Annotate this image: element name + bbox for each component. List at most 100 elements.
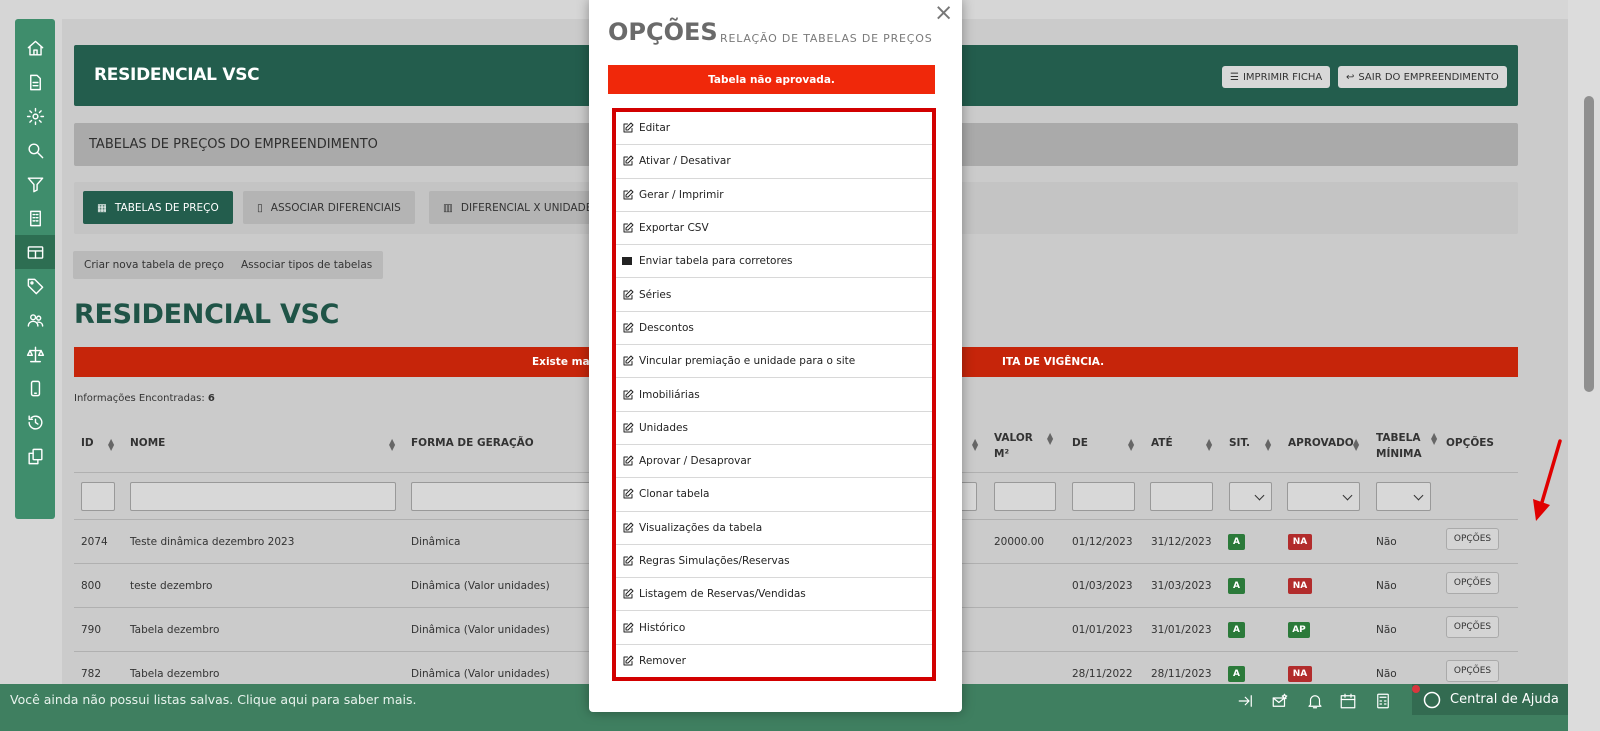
scales-icon	[26, 346, 44, 362]
sort-icon[interactable]: ▲ ▼	[1206, 438, 1212, 452]
tab-price-tables[interactable]: ▦ TABELAS DE PREÇO	[83, 191, 233, 224]
exit-enterprise-button[interactable]: ↩ SAIR DO EMPREENDIMENTO	[1338, 66, 1507, 88]
nav-settings[interactable]	[15, 99, 55, 133]
option-item[interactable]: Aprovar / Desaprovar	[616, 445, 932, 479]
nav-legal[interactable]	[15, 337, 55, 371]
edit-icon	[623, 289, 634, 300]
filter-valor[interactable]	[994, 482, 1056, 511]
col-nome[interactable]: NOME	[130, 437, 165, 449]
status-badge: A	[1228, 578, 1245, 594]
tab-associate-differentials[interactable]: ▯ ASSOCIAR DIFERENCIAIS	[243, 191, 415, 224]
col-sit[interactable]: SIT.	[1229, 437, 1250, 449]
login-arrow-icon[interactable]	[1234, 689, 1258, 713]
nav-mobile[interactable]	[15, 371, 55, 405]
close-icon[interactable]: ×	[934, 2, 953, 25]
nav-building[interactable]	[15, 201, 55, 235]
nav-documents[interactable]	[15, 65, 55, 99]
nav-users[interactable]	[15, 303, 55, 337]
calculator-icon[interactable]	[1371, 689, 1395, 713]
row-nome: Teste dinâmica dezembro 2023	[130, 536, 295, 548]
option-item[interactable]: Exportar CSV	[616, 212, 932, 246]
scrollbar-thumb[interactable]	[1584, 96, 1594, 392]
option-item[interactable]: Editar	[616, 112, 932, 146]
filter-id[interactable]	[81, 482, 115, 511]
edit-icon	[623, 189, 634, 200]
nav-home[interactable]	[15, 31, 55, 65]
saved-lists-message[interactable]: Você ainda não possui listas salvas. Cli…	[10, 692, 416, 707]
nav-search[interactable]	[15, 133, 55, 167]
filter-sit-select[interactable]	[1229, 482, 1272, 511]
notification-dot	[1412, 685, 1420, 693]
option-item[interactable]: Gerar / Imprimir	[616, 179, 932, 212]
col-valor-m2[interactable]: VALOR M²	[994, 432, 1033, 460]
sort-icon[interactable]: ▲ ▼	[972, 438, 978, 452]
option-item[interactable]: Histórico	[616, 611, 932, 645]
help-center-button[interactable]: Central de Ajuda	[1412, 684, 1568, 715]
row-options-button[interactable]: OPÇÕES	[1446, 616, 1499, 638]
mail-star-icon[interactable]	[1268, 689, 1292, 713]
edit-icon	[623, 422, 634, 433]
option-item[interactable]: Remover	[616, 645, 932, 678]
option-item[interactable]: Séries	[616, 278, 932, 312]
col-tabela-minima[interactable]: TABELA MÍNIMA	[1376, 432, 1422, 460]
modal-alert: Tabela não aprovada.	[608, 65, 935, 94]
sort-icon[interactable]: ▲ ▼	[389, 438, 395, 452]
option-item[interactable]: Vincular premiação e unidade para o site	[616, 345, 932, 379]
nav-filter[interactable]	[15, 167, 55, 201]
file-icon: ▯	[257, 201, 263, 214]
col-aprovado[interactable]: APROVADO	[1288, 437, 1354, 449]
row-options-button[interactable]: OPÇÕES	[1446, 660, 1499, 682]
option-label: Imobiliárias	[639, 388, 700, 401]
sort-icon[interactable]: ▲ ▼	[1265, 438, 1271, 452]
sort-icon[interactable]: ▲ ▼	[1431, 432, 1437, 446]
option-item[interactable]: Visualizações da tabela	[616, 512, 932, 545]
col-forma[interactable]: FORMA DE GERAÇÃO	[411, 437, 534, 449]
sort-icon[interactable]: ▲ ▼	[1353, 438, 1359, 452]
col-de[interactable]: DE	[1072, 437, 1088, 449]
option-item[interactable]: Clonar tabela	[616, 478, 932, 512]
nav-tags[interactable]	[15, 269, 55, 303]
create-price-table-button[interactable]: Criar nova tabela de preço	[73, 251, 235, 279]
page-title: RESIDENCIAL VSC	[74, 299, 340, 330]
status-badge: A	[1228, 666, 1245, 682]
associate-table-types-button[interactable]: Associar tipos de tabelas	[230, 251, 384, 279]
modal-title: OPÇÕES	[608, 18, 718, 46]
sort-icon[interactable]: ▲ ▼	[1047, 432, 1053, 446]
filter-aprovado-select[interactable]	[1287, 482, 1360, 511]
nav-price-tables[interactable]	[15, 235, 55, 269]
option-item[interactable]: Descontos	[616, 312, 932, 346]
option-item[interactable]: Ativar / Desativar	[616, 145, 932, 179]
option-item[interactable]: Enviar tabela para corretores	[616, 245, 932, 279]
option-label: Regras Simulações/Reservas	[639, 555, 790, 567]
filter-minima-select[interactable]	[1376, 482, 1431, 511]
sort-icon[interactable]: ▲ ▼	[1128, 438, 1134, 452]
nav-copy[interactable]	[15, 439, 55, 473]
print-sheet-button[interactable]: ☰ IMPRIMIR FICHA	[1222, 66, 1331, 88]
filter-ate[interactable]	[1150, 482, 1213, 511]
row-id: 800	[81, 580, 102, 592]
row-nome: teste dezembro	[130, 580, 213, 592]
col-ate[interactable]: ATÉ	[1151, 437, 1173, 449]
tab-label: DIFERENCIAL X UNIDADE	[460, 201, 593, 214]
option-label: Unidades	[639, 421, 688, 434]
option-item[interactable]: Unidades	[616, 412, 932, 445]
option-label: Histórico	[639, 621, 686, 634]
row-options-button[interactable]: OPÇÕES	[1446, 528, 1499, 550]
document-icon	[29, 74, 41, 90]
nav-history[interactable]	[15, 405, 55, 439]
col-id[interactable]: ID	[81, 437, 94, 449]
bell-icon[interactable]	[1303, 689, 1327, 713]
option-item[interactable]: Imobiliárias	[616, 378, 932, 412]
option-item[interactable]: Regras Simulações/Reservas	[616, 545, 932, 579]
option-label: Gerar / Imprimir	[639, 188, 724, 201]
filter-nome[interactable]	[130, 482, 396, 511]
tab-differential-unit[interactable]: ▥ DIFERENCIAL X UNIDADE	[429, 191, 607, 224]
sort-icon[interactable]: ▲ ▼	[108, 438, 114, 452]
option-label: Remover	[639, 655, 686, 668]
row-options-button[interactable]: OPÇÕES	[1446, 572, 1499, 594]
edit-icon	[623, 222, 634, 233]
filter-de[interactable]	[1072, 482, 1135, 511]
calendar-icon[interactable]	[1336, 689, 1360, 713]
option-item[interactable]: Listagem de Reservas/Vendidas	[616, 578, 932, 612]
row-ate: 31/01/2023	[1151, 624, 1212, 636]
